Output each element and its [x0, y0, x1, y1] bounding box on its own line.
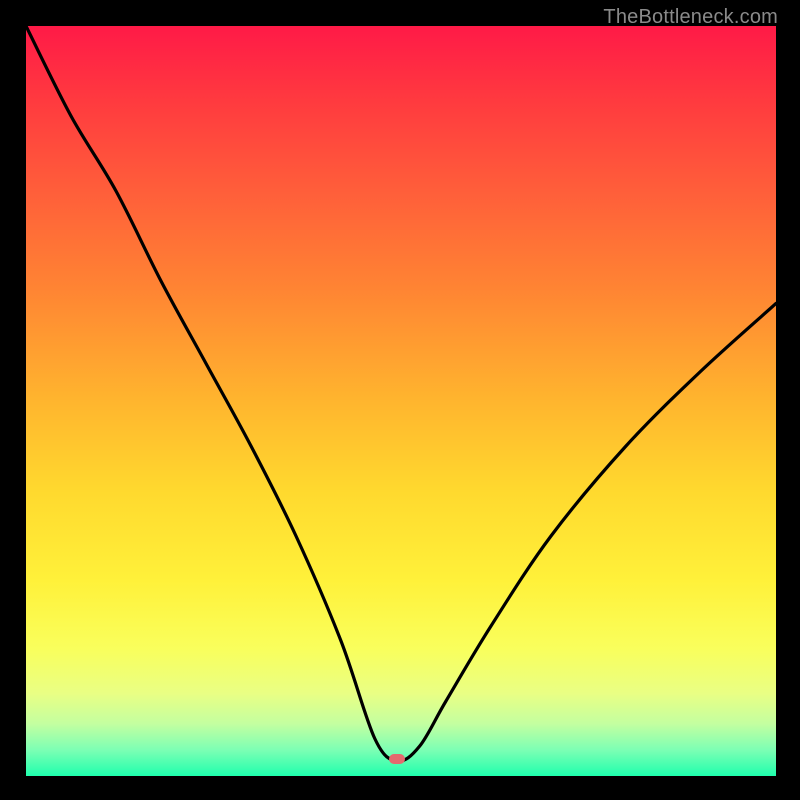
bottleneck-curve — [26, 26, 776, 776]
watermark-text: TheBottleneck.com — [603, 6, 778, 29]
optimal-point-marker — [389, 754, 405, 764]
curve-path — [26, 26, 776, 761]
chart-frame: TheBottleneck.com — [0, 0, 800, 800]
plot-area — [26, 26, 776, 776]
